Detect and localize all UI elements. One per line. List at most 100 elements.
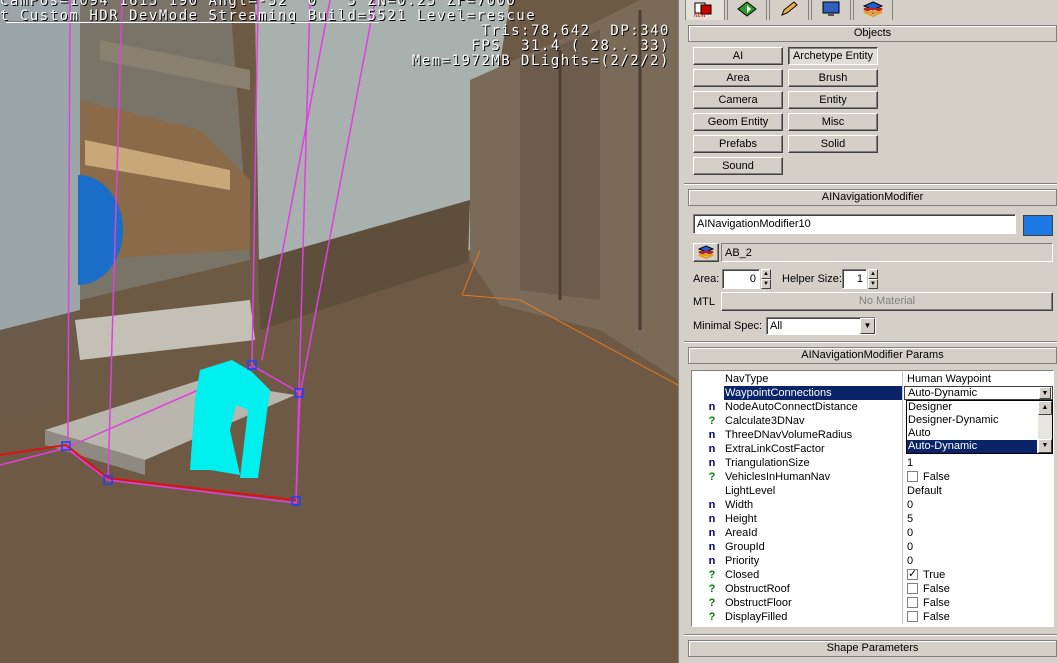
column-divider [902, 400, 903, 414]
property-row[interactable]: n Width 0 [692, 498, 1053, 512]
brush-button[interactable]: Brush [788, 69, 878, 87]
camera-button[interactable]: Camera [693, 91, 783, 109]
waypoint-connections-dropdown[interactable]: Designer Designer-Dynamic Auto Auto-Dyna… [906, 400, 1053, 454]
column-divider [902, 498, 903, 512]
checkbox[interactable] [907, 611, 918, 622]
solid-button[interactable]: Solid [788, 135, 878, 153]
object-name-field[interactable]: AINavigationModifier10 [693, 214, 1016, 234]
property-value[interactable]: 0 [904, 526, 1053, 540]
property-value[interactable]: 5 [904, 512, 1053, 526]
property-value-text: False [923, 583, 950, 595]
property-row[interactable]: WaypointConnections Auto-Dynamic ▼ [692, 386, 1053, 400]
spin-down-icon[interactable]: ▼ [868, 279, 878, 289]
property-name: ExtraLinkCostFactor [725, 443, 825, 455]
objects-section: Objects [688, 25, 1057, 42]
3d-viewport[interactable]: CamPos=1094 1615 190 Angl=-52 0 5 ZN=0.2… [0, 0, 678, 663]
property-row[interactable]: ? ObstructRoof False [692, 582, 1053, 596]
tab-modify[interactable] [769, 0, 809, 20]
property-value[interactable]: False [904, 470, 1053, 484]
spin-up-icon[interactable]: ▲ [761, 269, 771, 279]
spin-up-icon[interactable]: ▲ [868, 269, 878, 279]
chevron-down-icon[interactable]: ▼ [1039, 387, 1051, 399]
prefabs-button[interactable]: Prefabs [693, 135, 783, 153]
property-value[interactable]: False [904, 610, 1053, 624]
property-row[interactable]: ? VehiclesInHumanNav False [692, 470, 1053, 484]
property-name: Calculate3DNav [725, 415, 805, 427]
dropdown-option[interactable]: Designer-Dynamic [907, 414, 1037, 427]
property-value[interactable]: False [904, 582, 1053, 596]
string-type-icon [706, 386, 718, 400]
helper-size-input[interactable]: 1 [842, 269, 867, 289]
spin-down-icon[interactable]: ▼ [761, 279, 771, 289]
entity-button[interactable]: Entity [788, 91, 878, 109]
property-value[interactable]: 1 [904, 456, 1053, 470]
bool-type-icon: ? [708, 597, 716, 609]
layer-select-button[interactable] [693, 243, 719, 262]
checkbox[interactable] [907, 583, 918, 594]
property-value[interactable]: 0 [904, 498, 1053, 512]
tab-create-object[interactable]: NEW [685, 0, 725, 20]
property-value[interactable]: Human Waypoint [904, 372, 1053, 386]
mtl-label: MTL [693, 296, 715, 308]
property-row[interactable]: n GroupId 0 [692, 540, 1053, 554]
property-row[interactable]: n Height 5 [692, 512, 1053, 526]
modifier-header[interactable]: AINavigationModifier [688, 189, 1057, 206]
scroll-up-icon[interactable]: ▲ [1038, 401, 1052, 415]
create-object-icon: NEW [692, 1, 718, 20]
tab-display[interactable] [811, 0, 851, 20]
dropdown-option[interactable]: Designer [907, 401, 1037, 414]
property-value[interactable]: 0 [904, 540, 1053, 554]
property-value[interactable]: True [904, 567, 1053, 582]
bool-type-icon: ? [708, 583, 716, 595]
area-input[interactable]: 0 [722, 269, 760, 289]
property-value[interactable]: False [904, 596, 1053, 610]
property-row[interactable]: n Priority 0 [692, 554, 1053, 568]
dropdown-scrollbar[interactable]: ▲ ▼ [1038, 401, 1052, 453]
params-header[interactable]: AINavigationModifier Params [688, 347, 1057, 364]
archetype-entity-button[interactable]: Archetype Entity [788, 47, 878, 65]
scroll-down-icon[interactable]: ▼ [1038, 439, 1052, 453]
scroll-track[interactable] [1038, 415, 1052, 439]
area-button[interactable]: Area [693, 69, 783, 87]
misc-button[interactable]: Misc [788, 113, 878, 131]
objects-header[interactable]: Objects [688, 25, 1057, 42]
number-type-icon: n [708, 541, 716, 553]
property-row[interactable]: ? Closed True [692, 567, 1053, 582]
property-row[interactable]: n AreaId 0 [692, 526, 1053, 540]
area-spinner[interactable]: ▲ ▼ [761, 269, 771, 289]
property-row[interactable]: LightLevel Default [692, 484, 1053, 498]
dropdown-option-selected[interactable]: Auto-Dynamic [907, 440, 1037, 453]
ai-button[interactable]: AI [693, 47, 783, 65]
property-row[interactable]: NavType Human Waypoint [692, 372, 1053, 386]
tab-layers[interactable] [853, 0, 893, 20]
checkbox[interactable] [907, 567, 918, 581]
checkbox[interactable] [907, 471, 918, 482]
column-divider [902, 596, 903, 610]
property-value[interactable]: 0 [904, 554, 1053, 568]
dropdown-option[interactable]: Auto [907, 427, 1037, 440]
property-row[interactable]: ? DisplayFilled False [692, 610, 1053, 624]
property-value[interactable]: Default [904, 484, 1053, 498]
checkbox[interactable] [907, 597, 918, 608]
sound-button[interactable]: Sound [693, 157, 783, 175]
layers-icon [697, 245, 715, 262]
property-value-text: False [923, 611, 950, 623]
property-row[interactable]: n TriangulationSize 1 [692, 456, 1053, 470]
chevron-down-icon[interactable]: ▼ [860, 318, 875, 334]
tab-select-object[interactable] [727, 0, 767, 20]
color-swatch[interactable] [1023, 215, 1053, 236]
helper-size-spinner[interactable]: ▲ ▼ [868, 269, 878, 289]
property-row[interactable]: ? ObstructFloor False [692, 596, 1053, 610]
property-value[interactable]: Auto-Dynamic ▼ [904, 386, 1053, 400]
property-value-text: True [923, 569, 946, 581]
minimal-spec-select[interactable]: All ▼ [766, 317, 876, 335]
property-value-text: 0 [907, 555, 914, 567]
minimal-spec-label: Minimal Spec: [693, 320, 763, 332]
geom-entity-button[interactable]: Geom Entity [693, 113, 783, 131]
no-material-button[interactable]: No Material [721, 292, 1053, 311]
bool-type-icon: ? [708, 611, 716, 623]
column-divider [902, 554, 903, 568]
number-type-icon: n [708, 429, 716, 441]
shape-header[interactable]: Shape Parameters [688, 640, 1057, 657]
hud-fps: FPS 31.4 ( 28.. 33) [471, 38, 670, 54]
